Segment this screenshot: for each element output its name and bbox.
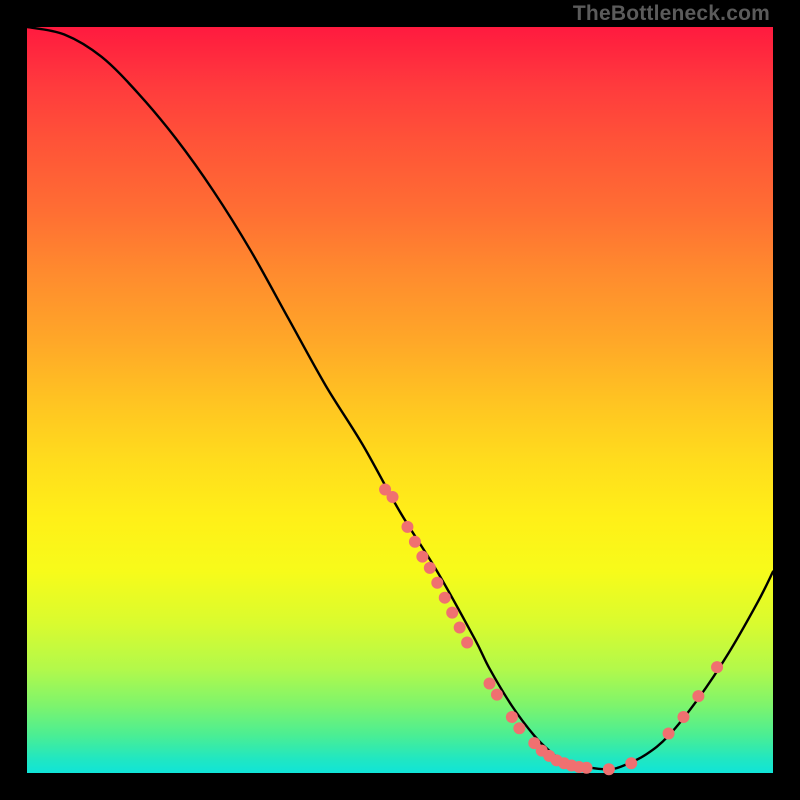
data-marker [431, 577, 443, 589]
data-marker [424, 562, 436, 574]
data-marker [692, 690, 704, 702]
data-marker [409, 536, 421, 548]
data-marker [416, 551, 428, 563]
data-marker [677, 711, 689, 723]
data-markers [379, 484, 723, 776]
bottleneck-curve [27, 27, 773, 769]
brand-watermark: TheBottleneck.com [573, 2, 770, 26]
data-marker [625, 757, 637, 769]
data-marker [581, 762, 593, 774]
data-marker [461, 636, 473, 648]
data-marker [446, 607, 458, 619]
data-marker [513, 722, 525, 734]
data-marker [387, 491, 399, 503]
data-marker [711, 661, 723, 673]
data-marker [663, 727, 675, 739]
data-marker [603, 763, 615, 775]
chart-svg [27, 27, 773, 773]
data-marker [484, 677, 496, 689]
data-marker [454, 622, 466, 634]
chart-frame: TheBottleneck.com [0, 0, 800, 800]
data-marker [506, 711, 518, 723]
data-marker [401, 521, 413, 533]
data-marker [439, 592, 451, 604]
data-marker [491, 689, 503, 701]
